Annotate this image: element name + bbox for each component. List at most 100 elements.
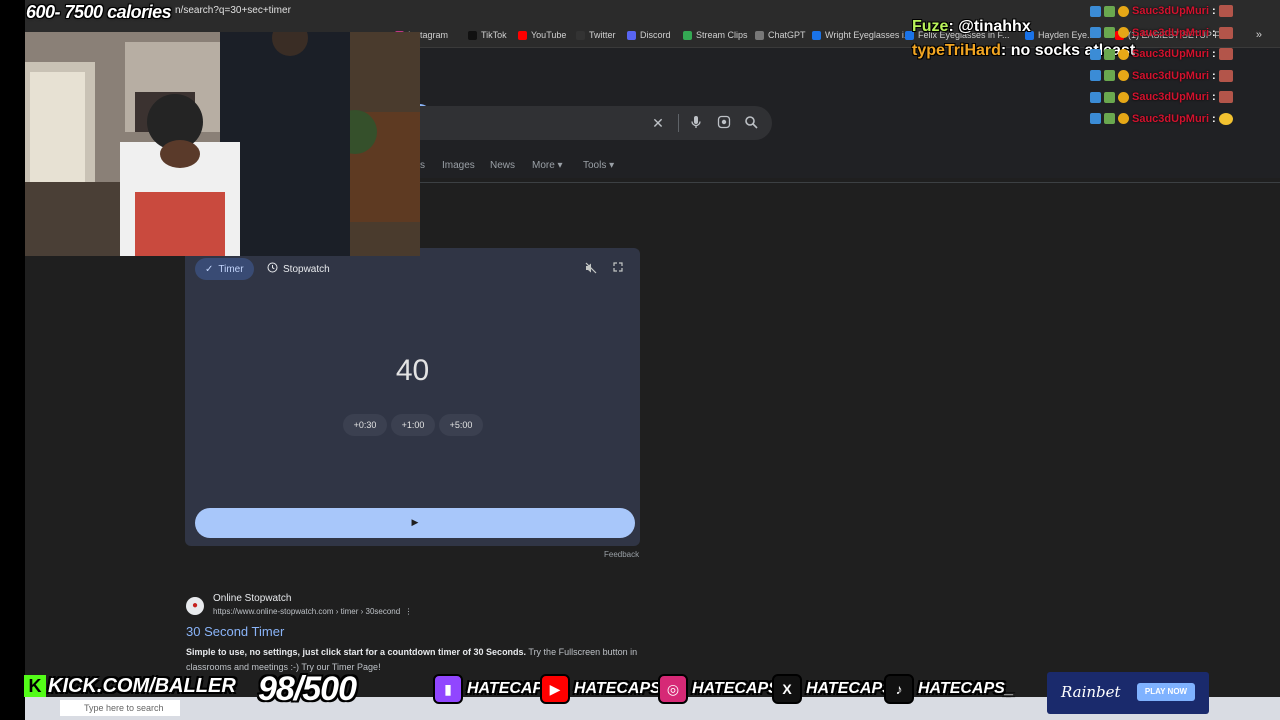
mute-icon[interactable] <box>585 262 597 277</box>
chat-badge-icon <box>1104 113 1115 124</box>
fullscreen-icon[interactable] <box>613 262 623 275</box>
lens-icon[interactable] <box>716 115 732 131</box>
social-handle: HATECAPS_ <box>918 680 1014 697</box>
microphone-icon[interactable] <box>688 115 704 131</box>
clear-icon[interactable]: ✕ <box>650 115 666 131</box>
chat-msg-fuze: : @tinahhx <box>948 18 1031 35</box>
tab-images[interactable]: Images <box>442 160 475 171</box>
bookmark-6[interactable]: ChatGPT <box>755 30 806 40</box>
chat-badge-icon <box>1118 70 1129 81</box>
bookmark-label: ChatGPT <box>768 30 806 40</box>
bookmark-label: Hayden Eye... <box>1038 30 1095 40</box>
tiktok-icon: ♪ <box>884 674 914 704</box>
search-divider <box>678 114 679 132</box>
result-title-link[interactable]: 30 Second Timer <box>186 624 284 639</box>
chat-username: Sauc3dUpMuri <box>1132 112 1210 125</box>
url-text[interactable]: n/search?q=30+sec+timer <box>175 5 291 16</box>
feedback-link[interactable]: Feedback <box>604 550 639 559</box>
site-favicon-icon: ● <box>186 597 204 615</box>
webcam-scene <box>25 32 420 256</box>
bookmark-favicon-icon <box>518 30 527 40</box>
chat-username: Sauc3dUpMuri <box>1132 26 1210 39</box>
chat-badge-icon <box>1090 27 1101 38</box>
kick-url: KICK.COM/BALLER <box>48 674 236 697</box>
tab-more[interactable]: More ▾ <box>532 160 563 171</box>
chat-badge-icon <box>1104 91 1115 103</box>
chat-emote-icon <box>1218 112 1233 125</box>
tab-timer[interactable]: ✓ Timer <box>195 258 254 280</box>
tab-stopwatch[interactable]: Stopwatch <box>257 258 340 280</box>
chat-username: Sauc3dUpMuri <box>1132 5 1210 17</box>
bookmark-1[interactable]: TikTok <box>468 30 507 40</box>
chat-separator: : <box>1212 112 1216 125</box>
tab-timer-label: Timer <box>218 263 244 275</box>
clock-icon <box>267 262 278 276</box>
search-box[interactable]: ✕ <box>420 106 772 140</box>
bookmark-label: YouTube <box>531 30 567 40</box>
result-url[interactable]: https://www.online-stopwatch.com › timer… <box>213 607 413 616</box>
chat-separator: : <box>1212 48 1216 60</box>
bookmark-9[interactable]: Hayden Eye... <box>1025 30 1095 40</box>
bookmark-5[interactable]: Stream Clips <box>683 30 748 40</box>
chat-message: Sauc3dUpMuri : <box>1090 68 1233 84</box>
twitch-icon: ▮ <box>433 674 463 704</box>
tab-all[interactable]: s <box>420 160 425 171</box>
chat-message: Sauc3dUpMuri : <box>1090 46 1233 62</box>
chat-badge-icon <box>1118 91 1129 103</box>
add-30s-button[interactable]: +0:30 <box>343 414 387 436</box>
rainbet-logo: Rainbet <box>1061 683 1121 701</box>
add-1min-button[interactable]: +1:00 <box>391 414 435 436</box>
bookmark-favicon-icon <box>755 30 764 40</box>
chat-badge-icon <box>1090 5 1101 17</box>
chat-separator: : <box>1212 5 1216 17</box>
bookmark-7[interactable]: Wright Eyeglasses i... <box>812 30 911 40</box>
more-options-icon[interactable]: ⋮ <box>405 607 413 616</box>
tab-news[interactable]: News <box>490 160 515 171</box>
result-snippet: Simple to use, no settings, just click s… <box>186 645 646 675</box>
stream-left-border <box>0 0 25 720</box>
bookmark-label: Twitter <box>589 30 616 40</box>
chat-badge-icon <box>1118 27 1129 38</box>
taskbar-search-input[interactable]: Type here to search <box>60 700 180 716</box>
tab-tools[interactable]: Tools ▾ <box>583 160 614 171</box>
timer-display[interactable]: 40 <box>185 354 640 388</box>
instagram-icon: ◎ <box>658 674 688 704</box>
chat-badge-icon <box>1104 48 1115 60</box>
chat-badge-icon <box>1090 48 1101 60</box>
social-instagram: ◎ HATECAPSX <box>658 673 790 705</box>
bookmark-4[interactable]: Discord <box>627 30 671 40</box>
youtube-icon: ▶ <box>540 674 570 704</box>
add-5min-button[interactable]: +5:00 <box>439 414 483 436</box>
chat-badge-icon <box>1118 5 1129 17</box>
bookmark-label: Wright Eyeglasses i... <box>825 30 912 40</box>
result-site-name[interactable]: Online Stopwatch <box>213 593 291 604</box>
chat-emote-icon <box>1218 26 1233 39</box>
start-button[interactable]: ▶ <box>195 508 635 538</box>
social-youtube: ▶ HATECAPS <box>540 673 661 705</box>
chat-badge-icon <box>1104 70 1115 81</box>
bookmark-favicon-icon <box>576 30 585 40</box>
chat-separator: : <box>1212 26 1216 39</box>
chat-badge-icon <box>1104 27 1115 38</box>
bookmarks-overflow-icon[interactable]: » <box>1256 29 1262 41</box>
search-icon[interactable] <box>743 115 759 131</box>
tab-stopwatch-label: Stopwatch <box>283 263 330 275</box>
chat-emote-icon <box>1218 48 1233 60</box>
bookmark-2[interactable]: YouTube <box>518 30 566 40</box>
social-twitch: ▮ HATECAPS <box>433 673 554 705</box>
result-url-text: https://www.online-stopwatch.com › timer… <box>213 607 401 616</box>
bookmark-label: Discord <box>640 30 671 40</box>
goal-counter: 98/500 <box>258 670 357 708</box>
chat-user-fuze: Fuze <box>912 18 949 35</box>
chat-username: Sauc3dUpMuri <box>1132 91 1210 103</box>
chat-badge-icon <box>1090 113 1101 124</box>
kick-banner: K KICK.COM/BALLER <box>24 674 236 698</box>
chat-message: Sauc3dUpMuri : <box>1090 111 1233 127</box>
bookmark-label: Stream Clips <box>696 30 748 40</box>
chat-badge-icon <box>1090 70 1101 81</box>
social-tiktok: ♪ HATECAPS_ <box>884 673 1014 705</box>
chat-badge-icon <box>1090 91 1101 103</box>
bookmark-3[interactable]: Twitter <box>576 30 616 40</box>
chat-message: Sauc3dUpMuri : <box>1090 25 1233 41</box>
chat-user-trihard: typeTriHard <box>912 42 1001 59</box>
